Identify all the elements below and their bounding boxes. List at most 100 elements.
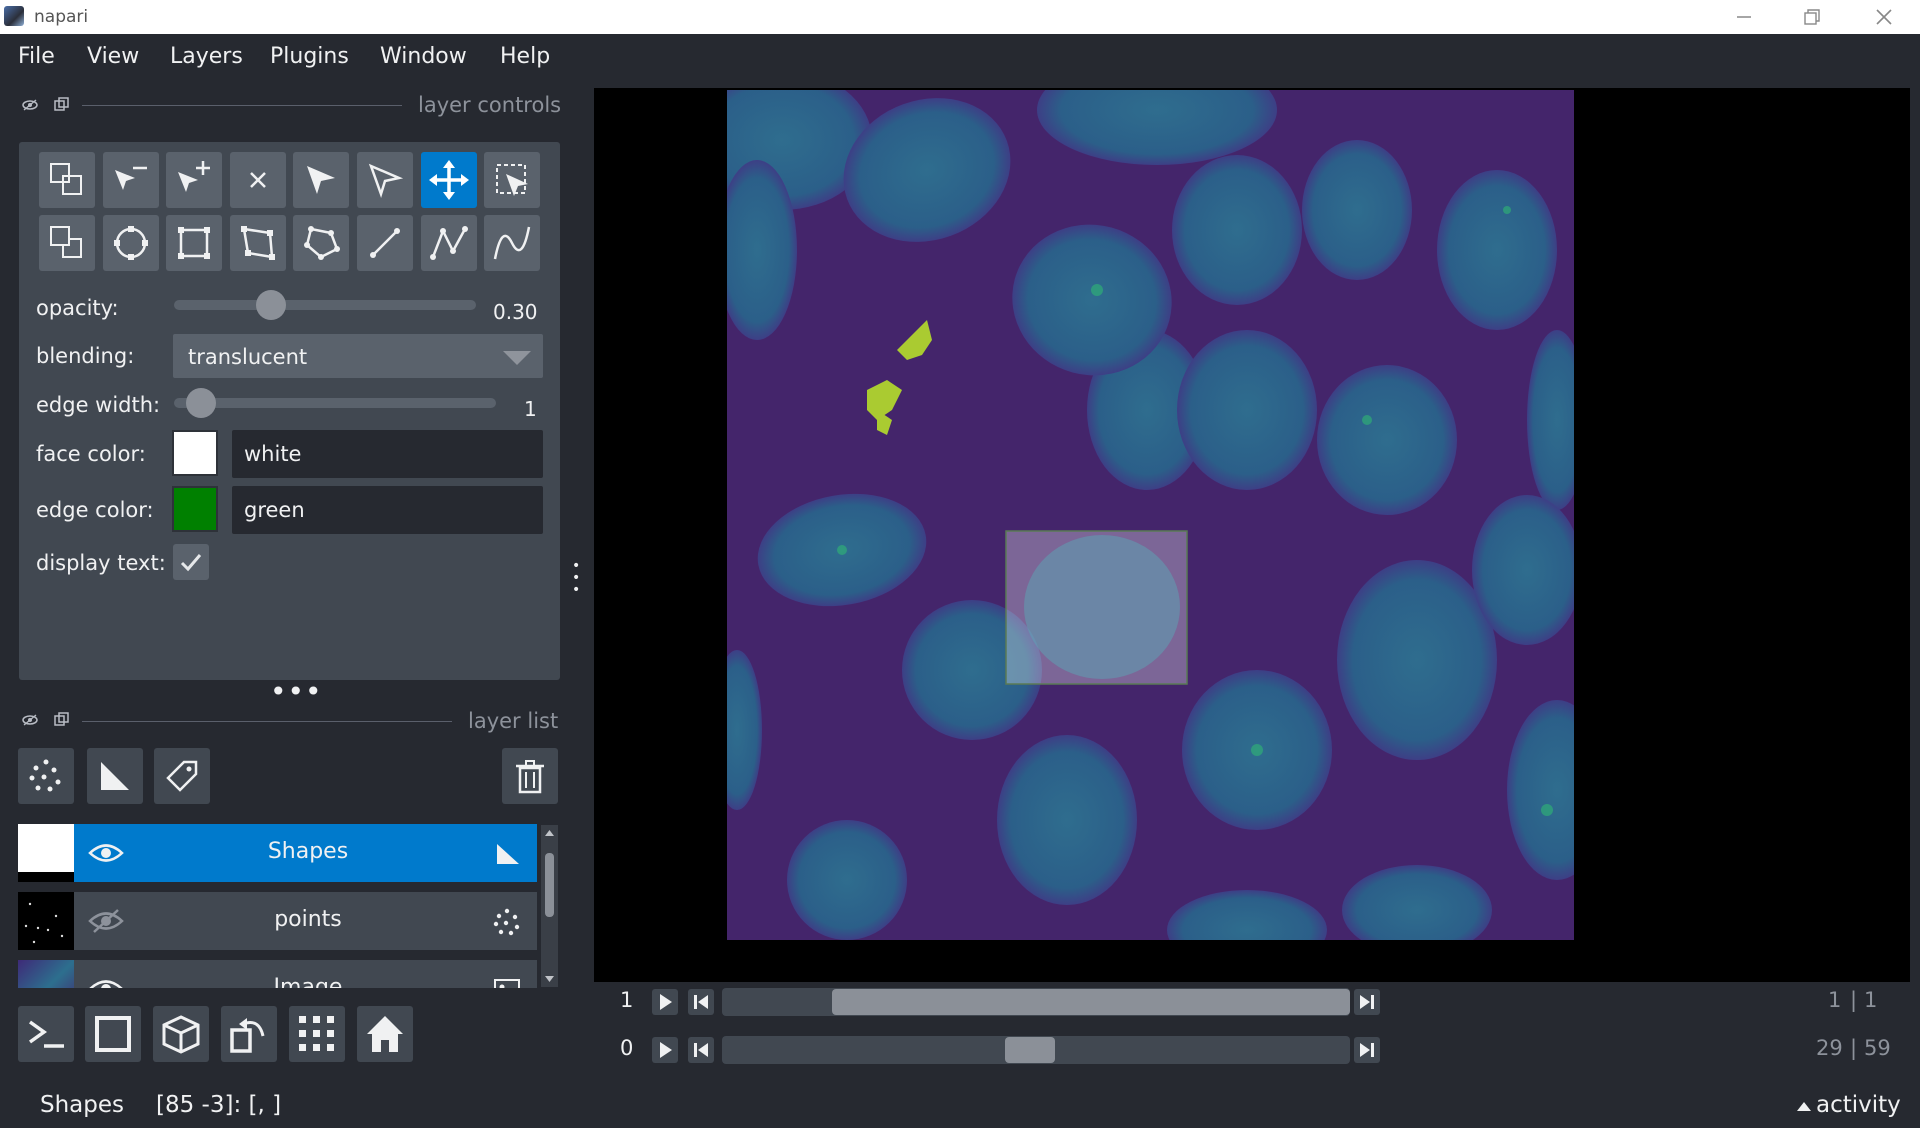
dims-slider-row-1: 0 29 | 59 — [594, 1028, 1910, 1072]
roll-button[interactable] — [221, 1006, 277, 1062]
polyline-curve-icon — [493, 226, 531, 260]
layer-row-shapes[interactable]: Shapes — [18, 824, 537, 882]
face-color-input[interactable] — [232, 430, 543, 478]
dim-slider-thumb[interactable] — [1005, 1037, 1056, 1063]
menu-view[interactable]: View — [87, 44, 139, 69]
new-shapes-button[interactable] — [87, 748, 143, 804]
edge-color-swatch[interactable] — [172, 486, 218, 532]
new-labels-button[interactable] — [154, 748, 210, 804]
layer-list-scrollbar[interactable] — [541, 825, 558, 987]
step-back-button[interactable] — [688, 1037, 714, 1063]
edge-width-value: 1 — [524, 397, 537, 421]
grid-button[interactable] — [289, 1006, 345, 1062]
line-tool-button[interactable] — [357, 215, 413, 271]
face-color-swatch[interactable] — [172, 430, 218, 476]
layer-row-image[interactable]: Image — [18, 960, 537, 988]
dim-slider-track[interactable] — [722, 988, 1350, 1016]
rectangle-tool-button[interactable] — [166, 215, 223, 271]
transform-tool-button[interactable] — [484, 152, 541, 208]
step-back-button[interactable] — [688, 989, 714, 1015]
delete-layer-button[interactable] — [502, 748, 558, 804]
edge-color-input[interactable] — [232, 486, 543, 534]
visibility-toggle-icon[interactable] — [22, 97, 38, 113]
home-button[interactable] — [357, 1006, 413, 1062]
layer-row-points[interactable]: points — [18, 892, 537, 950]
face-color-field[interactable] — [232, 430, 543, 478]
dim-current[interactable]: 1 — [1828, 988, 1841, 1012]
opacity-slider[interactable] — [174, 300, 476, 310]
napari-logo-icon — [4, 6, 24, 26]
menu-layers[interactable]: Layers — [170, 44, 243, 69]
blending-dropdown[interactable]: translucent — [173, 334, 543, 378]
ndisplay-3d-button[interactable] — [153, 1006, 209, 1062]
canvas-splitter-handle[interactable]: • • • — [572, 559, 582, 597]
menu-help[interactable]: Help — [500, 44, 550, 69]
rotated-rectangle-tool-button[interactable] — [229, 215, 286, 271]
close-icon[interactable] — [1850, 0, 1918, 34]
grid-icon — [299, 1016, 334, 1051]
menu-window[interactable]: Window — [380, 44, 467, 69]
scroll-up-icon[interactable] — [541, 825, 558, 841]
delete-layer-icon — [516, 760, 544, 794]
console-icon — [28, 1020, 64, 1048]
float-panel-icon[interactable] — [54, 97, 70, 113]
menu-file[interactable]: File — [18, 44, 55, 69]
skip-start-icon — [694, 1043, 708, 1057]
menu-plugins[interactable]: Plugins — [270, 44, 349, 69]
eye-hidden-icon[interactable] — [88, 908, 124, 934]
edge-width-label: edge width: — [36, 393, 161, 417]
select-tool-button[interactable] — [357, 152, 413, 208]
eye-icon[interactable] — [88, 840, 124, 866]
step-forward-button[interactable] — [1354, 1037, 1380, 1063]
path-tool-button[interactable] — [420, 215, 477, 271]
restore-icon[interactable] — [1778, 0, 1846, 34]
scroll-down-icon[interactable] — [541, 971, 558, 987]
panel-splitter-handle[interactable]: ••• — [270, 675, 323, 708]
edge-width-slider-handle[interactable] — [185, 388, 216, 418]
vertex-remove-icon — [114, 166, 147, 190]
skip-start-icon — [694, 995, 708, 1009]
new-points-button[interactable] — [18, 748, 74, 804]
select-direct-tool-button[interactable] — [293, 152, 350, 208]
play-button[interactable] — [652, 989, 678, 1015]
dim-current[interactable]: 29 — [1816, 1036, 1843, 1060]
move-front-tool-button[interactable] — [39, 215, 95, 271]
skip-end-icon — [1360, 995, 1374, 1009]
console-button[interactable] — [18, 1006, 74, 1062]
checkmark-icon — [180, 554, 202, 572]
ellipse-tool-button[interactable] — [102, 215, 159, 271]
dim-slider-track[interactable] — [722, 1036, 1350, 1064]
display-text-checkbox[interactable] — [173, 544, 209, 580]
image-layer-view[interactable] — [727, 90, 1574, 940]
polyline-curve-tool-button[interactable] — [484, 215, 541, 271]
pan-zoom-tool-button[interactable] — [420, 152, 477, 208]
activity-button[interactable]: activity — [1796, 1092, 1901, 1118]
scrollbar-thumb[interactable] — [545, 853, 554, 917]
status-layer-name: Shapes — [40, 1092, 125, 1118]
polygon-tool-button[interactable] — [293, 215, 350, 271]
step-forward-button[interactable] — [1354, 989, 1380, 1015]
play-icon — [660, 1042, 672, 1058]
delete-shape-icon — [249, 172, 266, 188]
vertex-remove-tool-button[interactable] — [102, 152, 159, 208]
edge-color-field[interactable] — [232, 486, 543, 534]
dim-slider-thumb[interactable] — [832, 989, 1350, 1015]
delete-shape-tool-button[interactable] — [229, 152, 286, 208]
ndisplay-3d-icon — [162, 1015, 200, 1054]
ndisplay-2d-button[interactable] — [85, 1006, 141, 1062]
layer-list-title: layer list — [468, 709, 559, 733]
float-panel-icon[interactable] — [54, 712, 70, 728]
minimize-icon[interactable] — [1710, 0, 1778, 34]
edge-width-slider[interactable] — [174, 398, 496, 408]
dim-axis-label: 0 — [620, 1036, 634, 1060]
shapes-layer-icon — [497, 844, 519, 864]
eye-icon[interactable] — [88, 976, 124, 988]
opacity-slider-handle[interactable] — [255, 290, 286, 320]
visibility-toggle-icon[interactable] — [22, 712, 38, 728]
dim-total: 1 — [1864, 988, 1878, 1012]
vertex-insert-tool-button[interactable] — [166, 152, 223, 208]
layer-name: points — [274, 907, 342, 932]
home-icon — [367, 1016, 403, 1052]
shape-move-back-tool-button[interactable] — [39, 152, 95, 208]
play-button[interactable] — [652, 1037, 678, 1063]
